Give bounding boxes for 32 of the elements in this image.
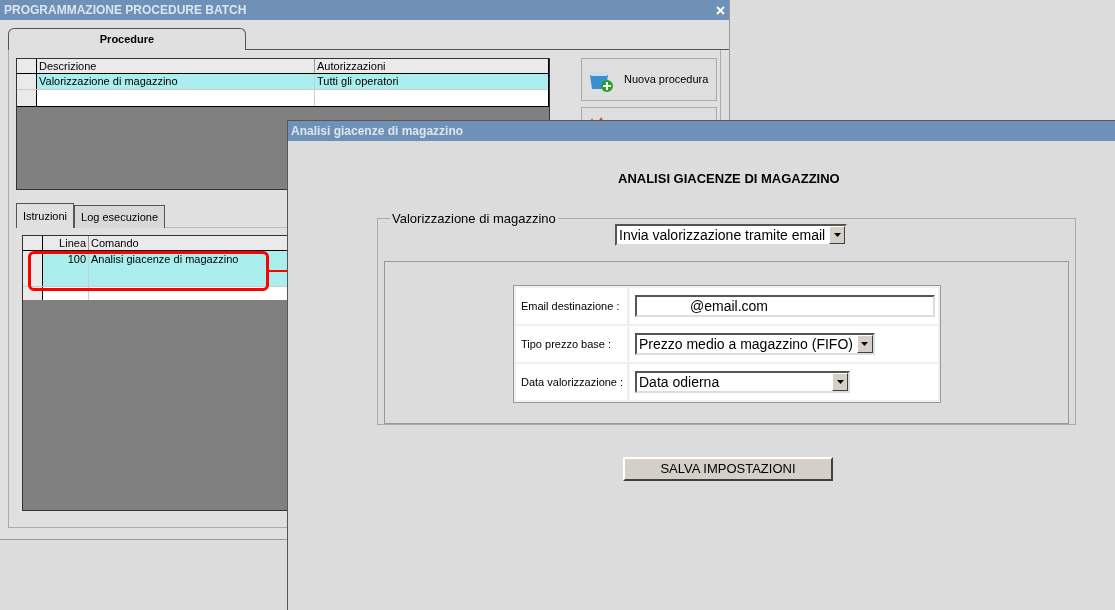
column-header: Comando: [90, 236, 140, 250]
field-label: Tipo prezzo base :: [516, 326, 627, 362]
row-header[interactable]: [17, 90, 37, 106]
column-header: Descrizione: [37, 59, 315, 73]
caret-icon: [861, 342, 869, 346]
close-icon[interactable]: [716, 5, 725, 15]
table-cell[interactable]: Tutti gli operatori: [315, 74, 548, 89]
dropdown-field[interactable]: Data odierna: [635, 371, 850, 393]
column-header: Autorizzazioni: [316, 59, 387, 73]
dialog-title: Analisi giacenze di magazzino: [291, 123, 464, 140]
tab[interactable]: Procedure: [8, 28, 246, 50]
caret-icon: [836, 380, 844, 384]
field-label: Email destinazione :: [516, 288, 627, 324]
column-header: Linea: [43, 236, 89, 250]
new-procedure-button[interactable]: Nuova procedura: [581, 58, 717, 101]
window-title: PROGRAMMAZIONE PROCEDURE BATCH: [4, 2, 247, 19]
mode-select[interactable]: Invia valorizzazione tramite email: [615, 224, 848, 246]
table-cell[interactable]: Valorizzazione di magazzino: [37, 74, 315, 89]
tab[interactable]: Log esecuzione: [74, 205, 166, 228]
dialog-heading: ANALISI GIACENZE DI MAGAZZINO: [618, 170, 841, 188]
caret-icon: [833, 233, 841, 237]
dropdown-button[interactable]: [832, 373, 848, 391]
tab[interactable]: Istruzioni: [16, 203, 75, 228]
row-header[interactable]: [17, 74, 37, 89]
dropdown-field[interactable]: Prezzo medio a magazzino (FIFO): [635, 333, 875, 355]
table-cell[interactable]: 100: [43, 251, 89, 286]
dropdown-button[interactable]: [856, 335, 873, 353]
field-label: Data valorizzazione :: [516, 364, 627, 400]
email-field[interactable]: @email.com: [635, 295, 935, 317]
dropdown-button[interactable]: [829, 226, 846, 244]
save-button[interactable]: SALVA IMPOSTAZIONI: [623, 456, 833, 481]
group-label: Valorizzazione di magazzino: [391, 209, 557, 228]
